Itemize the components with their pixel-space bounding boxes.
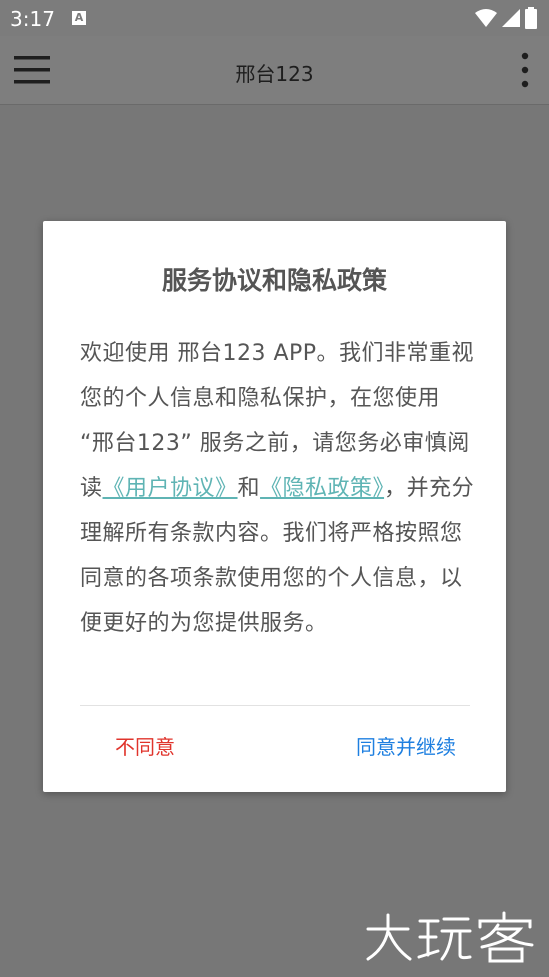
status-time: 3:17	[10, 7, 55, 31]
agree-continue-button[interactable]: 同意并继续	[356, 731, 456, 760]
and-text: 和	[237, 476, 261, 501]
wifi-icon	[475, 9, 497, 27]
app-bar: 邢台123	[0, 36, 549, 105]
battery-icon	[525, 7, 537, 29]
watermark-logo	[366, 911, 534, 963]
status-bar: 3:17 A	[0, 0, 549, 36]
notification-icon: A	[72, 11, 86, 25]
more-options-icon[interactable]	[519, 52, 531, 88]
privacy-policy-link[interactable]: 《隐私政策》	[260, 476, 384, 501]
dialog-title: 服务协议和隐私政策	[161, 266, 387, 295]
signal-icon	[502, 9, 520, 27]
page-title: 邢台123	[235, 62, 314, 86]
privacy-dialog: 服务协议和隐私政策 欢迎使用 邢台123 APP。我们非常重视您的个人信息和隐私…	[43, 221, 506, 792]
dialog-divider	[80, 705, 470, 706]
user-agreement-link[interactable]: 《用户协议》	[103, 476, 238, 501]
dialog-body: 欢迎使用 邢台123 APP。我们非常重视您的个人信息和隐私保护，在您使用 “邢…	[80, 331, 475, 646]
status-icons	[475, 6, 537, 30]
disagree-button[interactable]: 不同意	[115, 731, 175, 760]
